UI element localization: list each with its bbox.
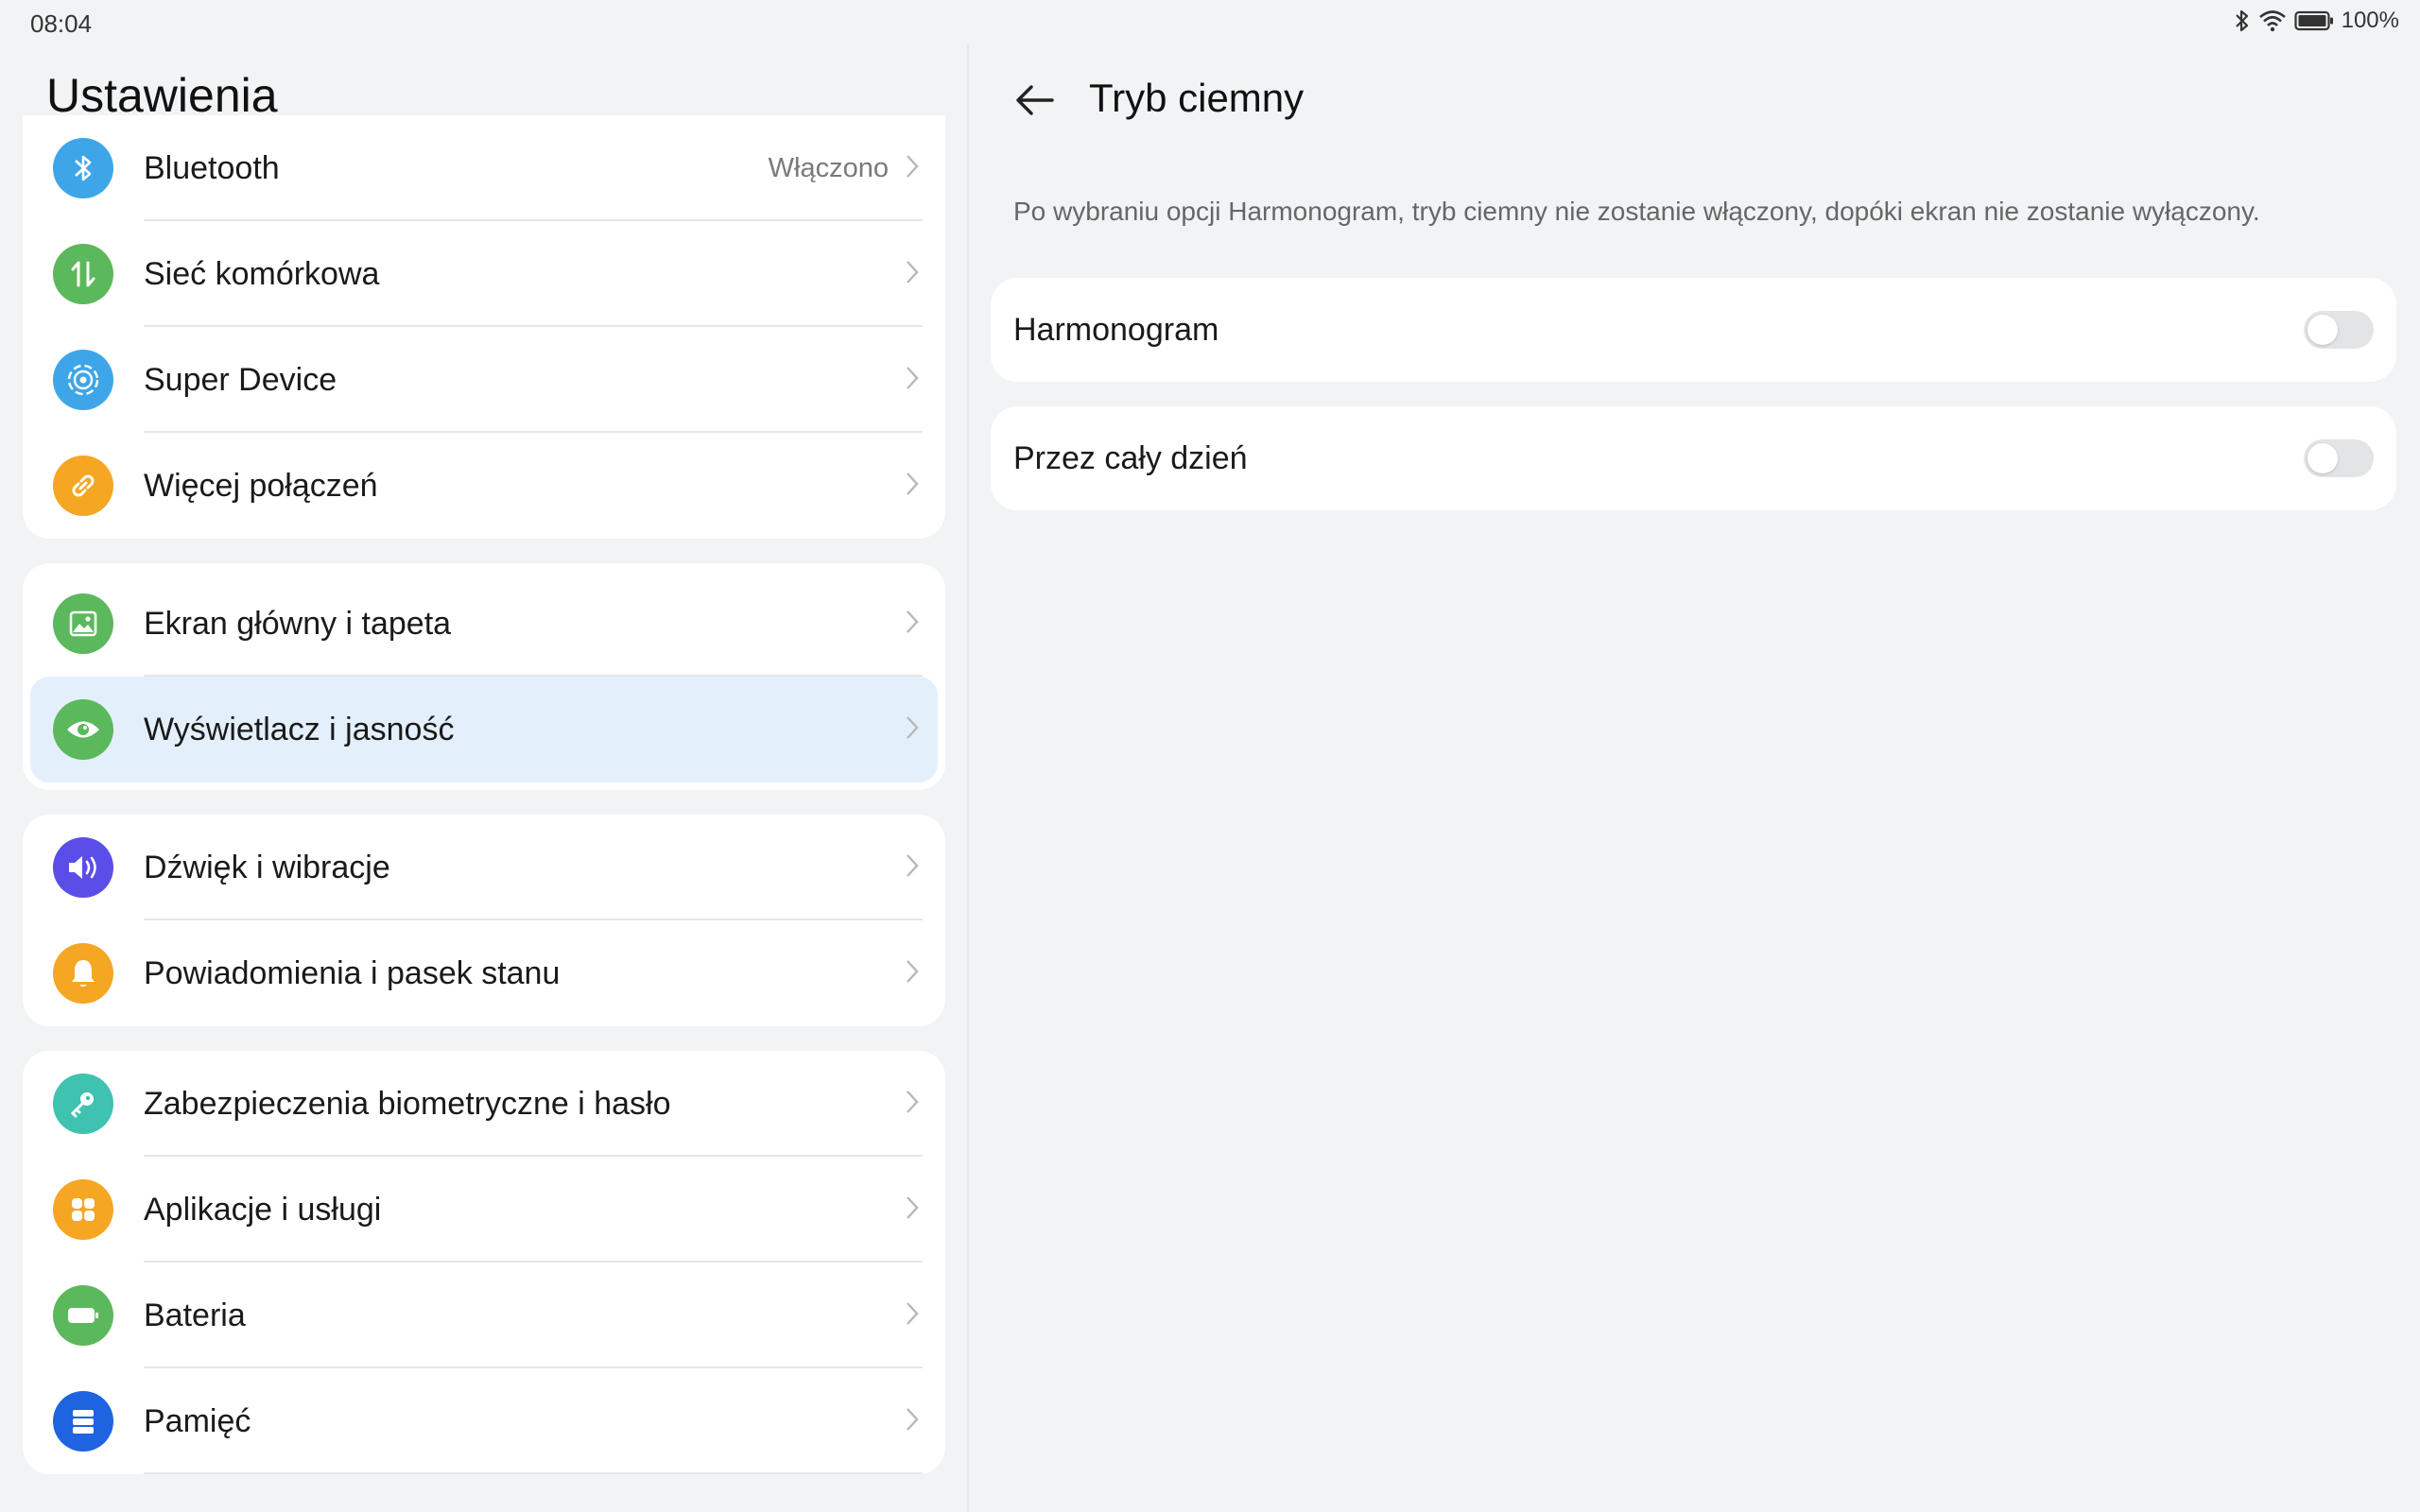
sidebar-item-biometrics[interactable]: Zabezpieczenia biometryczne i hasło: [30, 1051, 938, 1157]
cellular-data-icon: [53, 244, 113, 304]
battery-icon: [53, 1285, 113, 1346]
battery-status-icon: [2294, 9, 2334, 32]
settings-group-connectivity: Bluetooth Włączono Sieć komórkowa Super …: [23, 115, 945, 539]
bell-icon: [53, 943, 113, 1004]
sidebar-item-super-device[interactable]: Super Device: [30, 327, 938, 433]
settings-group-sound-notifications: Dźwięk i wibracje Powiadomienia i pasek …: [23, 815, 945, 1026]
detail-title: Tryb ciemny: [1089, 76, 1305, 120]
chevron-right-icon: [906, 366, 919, 395]
status-icons: 100%: [2234, 8, 2399, 34]
sidebar-item-label: Bluetooth: [144, 149, 280, 186]
battery-percent: 100%: [2341, 8, 2399, 33]
bluetooth-status-icon: [2234, 9, 2251, 33]
dark-mode-description: Po wybraniu opcji Harmonogram, tryb ciem…: [1013, 197, 2260, 226]
bluetooth-status-value: Włączono: [768, 152, 889, 183]
sidebar-item-home-screen[interactable]: Ekran główny i tapeta: [30, 571, 938, 677]
super-device-icon: [53, 350, 113, 410]
chevron-right-icon: [906, 1090, 919, 1119]
sidebar-item-label: Aplikacje i usługi: [144, 1191, 382, 1228]
storage-icon: [53, 1391, 113, 1452]
dark-mode-pane: Tryb ciemny Po wybraniu opcji Harmonogra…: [969, 45, 2420, 1512]
sidebar-item-apps[interactable]: Aplikacje i usługi: [30, 1157, 938, 1263]
chevron-right-icon: [906, 853, 919, 883]
sidebar-item-label: Pamięć: [144, 1402, 251, 1439]
sidebar-item-mobile-network[interactable]: Sieć komórkowa: [30, 221, 938, 327]
chevron-right-icon: [906, 1195, 919, 1225]
arrow-left-icon: [1016, 85, 1054, 115]
sidebar-item-display-brightness[interactable]: Wyświetlacz i jasność: [30, 677, 938, 782]
sidebar-item-more-connections[interactable]: Więcej połączeń: [30, 433, 938, 539]
status-time: 08:04: [30, 9, 93, 38]
schedule-label: Harmonogram: [1013, 311, 1219, 348]
key-icon: [53, 1074, 113, 1134]
settings-pane: Ustawienia Bluetooth Włączono Sieć komór…: [0, 45, 967, 1512]
sidebar-item-label: Wyświetlacz i jasność: [144, 711, 455, 747]
apps-icon: [53, 1179, 113, 1240]
sidebar-item-label: Więcej połączeń: [144, 467, 378, 504]
settings-group-system: Zabezpieczenia biometryczne i hasło Apli…: [23, 1051, 945, 1474]
speaker-icon: [53, 837, 113, 898]
sidebar-item-label: Zabezpieczenia biometryczne i hasło: [144, 1085, 671, 1122]
back-button[interactable]: [1009, 74, 1062, 127]
image-icon: [53, 593, 113, 654]
sidebar-item-storage[interactable]: Pamięć: [30, 1368, 938, 1474]
all-day-label: Przez cały dzień: [1013, 439, 1248, 476]
link-icon: [53, 455, 113, 516]
chevron-right-icon: [906, 260, 919, 289]
chevron-right-icon: [906, 959, 919, 988]
sidebar-item-bluetooth[interactable]: Bluetooth Włączono: [30, 115, 938, 221]
sidebar-item-label: Powiadomienia i pasek stanu: [144, 954, 561, 991]
chevron-right-icon: [906, 1407, 919, 1436]
sidebar-item-battery[interactable]: Bateria: [30, 1263, 938, 1368]
sidebar-item-label: Dźwięk i wibracje: [144, 849, 390, 885]
eye-icon: [53, 699, 113, 760]
all-day-option[interactable]: Przez cały dzień: [991, 406, 2396, 510]
sidebar-item-label: Ekran główny i tapeta: [144, 605, 452, 642]
sidebar-item-label: Sieć komórkowa: [144, 255, 380, 292]
chevron-right-icon: [906, 715, 919, 745]
all-day-toggle[interactable]: [2304, 439, 2374, 477]
chevron-right-icon: [906, 472, 919, 501]
chevron-right-icon: [906, 154, 919, 183]
sidebar-item-label: Super Device: [144, 361, 337, 398]
chevron-right-icon: [906, 1301, 919, 1331]
settings-group-display: Ekran główny i tapeta Wyświetlacz i jasn…: [23, 563, 945, 790]
sidebar-item-sound[interactable]: Dźwięk i wibracje: [30, 815, 938, 920]
status-bar: 08:04 100%: [0, 0, 2420, 45]
sidebar-item-notifications[interactable]: Powiadomienia i pasek stanu: [30, 920, 938, 1026]
bluetooth-icon: [53, 138, 113, 198]
chevron-right-icon: [906, 610, 919, 639]
schedule-option[interactable]: Harmonogram: [991, 278, 2396, 382]
sidebar-item-label: Bateria: [144, 1297, 246, 1333]
settings-groups: Bluetooth Włączono Sieć komórkowa Super …: [23, 115, 945, 1499]
schedule-toggle[interactable]: [2304, 311, 2374, 349]
wifi-status-icon: [2258, 9, 2287, 32]
